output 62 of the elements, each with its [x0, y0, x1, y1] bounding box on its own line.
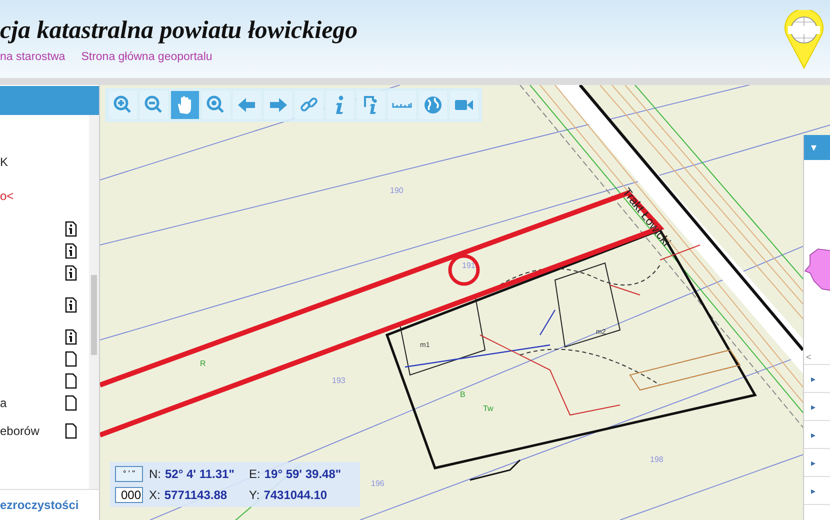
- hand-button[interactable]: [171, 91, 199, 119]
- globe-button[interactable]: [419, 91, 447, 119]
- legend-row[interactable]: ▸: [804, 393, 830, 421]
- video-camera-button[interactable]: [450, 91, 478, 119]
- ruler-icon: [392, 102, 412, 108]
- magnifier-icon: [206, 95, 226, 115]
- file-icon[interactable]: [65, 395, 77, 411]
- header-link[interactable]: na starostwa: [0, 51, 66, 63]
- logo-icon: [784, 10, 824, 68]
- parcel-number: 198: [650, 455, 664, 464]
- right-arrow-button[interactable]: [264, 91, 292, 119]
- document-info-button[interactable]: [357, 91, 385, 119]
- layer-label[interactable]: o<: [0, 188, 14, 202]
- parcel-number: 193: [332, 376, 346, 385]
- transparency-link[interactable]: ezroczystości: [0, 498, 79, 512]
- info-file-icon[interactable]: [65, 329, 77, 345]
- coordinate-value: 19° 59' 39.48": [264, 466, 342, 481]
- coordinate-value: 5771143.88: [164, 488, 228, 502]
- parcel-number: 190: [390, 186, 404, 195]
- file-icon[interactable]: [65, 373, 77, 389]
- file-icon[interactable]: [65, 351, 77, 367]
- coordinate-value: 7431044.10: [264, 488, 328, 502]
- legend-row[interactable]: ▸: [804, 421, 830, 449]
- magnifier-button[interactable]: [202, 91, 230, 119]
- coordinate-label: Y:: [249, 488, 260, 502]
- layer-label[interactable]: eborów: [0, 424, 40, 438]
- link-button[interactable]: [295, 91, 323, 119]
- left-arrow-icon: [237, 95, 257, 115]
- zoom-in-button[interactable]: [109, 91, 137, 119]
- coordinate-label: E:: [249, 466, 260, 481]
- legend-row[interactable]: ▸: [804, 449, 830, 477]
- land-use-label: B: [460, 390, 466, 399]
- legend-header[interactable]: ▾: [804, 135, 830, 160]
- scrollbar[interactable]: [89, 115, 99, 489]
- left-arrow-button[interactable]: [233, 91, 261, 119]
- zoom-in-icon: [113, 95, 133, 115]
- coordinate-value: 52° 4' 11.31": [165, 466, 234, 481]
- ruler-button[interactable]: [388, 91, 416, 119]
- legend-row[interactable]: ▸: [804, 365, 830, 393]
- coordinate-label: X:: [149, 488, 160, 502]
- info-file-icon[interactable]: [65, 221, 77, 237]
- parcel-number: 191: [462, 261, 476, 270]
- coordinate-label: N:: [149, 466, 161, 481]
- info-button[interactable]: [326, 91, 354, 119]
- parcel-number: 196: [371, 479, 384, 488]
- page-title: cja katastralna powiatu łowickiego: [0, 17, 358, 45]
- zoom-out-icon: [144, 95, 164, 115]
- zoom-out-button[interactable]: [140, 91, 168, 119]
- land-use-label: Tw: [483, 404, 494, 413]
- legend-row[interactable]: ▸: [804, 477, 830, 505]
- layer-label[interactable]: a: [0, 396, 7, 410]
- info-file-icon[interactable]: [65, 265, 77, 281]
- info-file-icon[interactable]: [65, 297, 77, 313]
- globe-icon: [423, 95, 443, 115]
- land-use-label: R: [200, 359, 206, 368]
- info-file-icon[interactable]: [65, 243, 77, 259]
- header-link[interactable]: Strona główna geoportalu: [81, 51, 212, 63]
- layer-label[interactable]: K: [0, 155, 8, 169]
- scale-field[interactable]: 000: [115, 487, 143, 504]
- right-arrow-icon: [268, 95, 288, 115]
- coordinate-format-button[interactable]: ° ' ": [115, 466, 143, 482]
- file-icon[interactable]: [65, 423, 77, 439]
